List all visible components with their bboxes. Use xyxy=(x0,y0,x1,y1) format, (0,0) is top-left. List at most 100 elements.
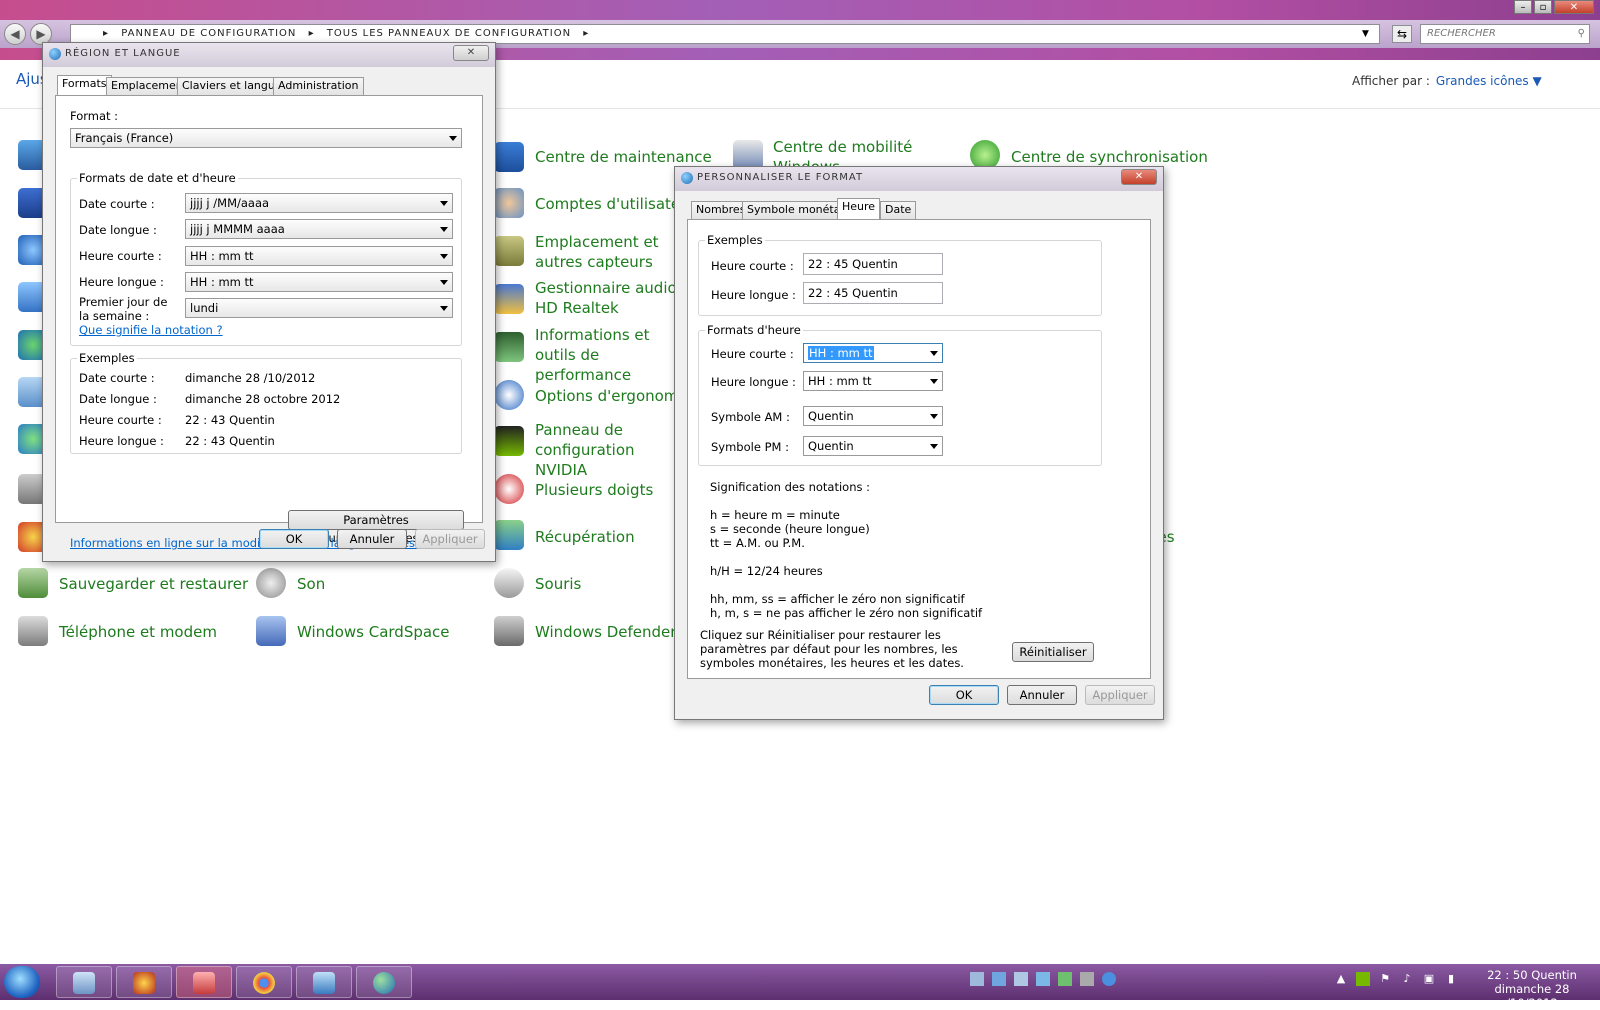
ok-button[interactable]: OK xyxy=(259,529,329,549)
format-select[interactable]: Français (France) xyxy=(70,128,462,148)
taskbar-control-panel[interactable] xyxy=(296,966,352,998)
speaker-icon[interactable] xyxy=(256,568,286,598)
taskbar-chrome[interactable] xyxy=(236,966,292,998)
taskbar-snipping[interactable] xyxy=(176,966,232,998)
short-time-format-value[interactable]: HH : mm tt xyxy=(808,346,874,360)
audio-icon[interactable] xyxy=(494,284,524,314)
cp-item-maintenance[interactable]: Centre de maintenance xyxy=(535,147,712,167)
ok-button[interactable]: OK xyxy=(929,685,999,705)
flag-icon[interactable]: ⚑ xyxy=(1378,972,1392,986)
notation-line: hh, mm, ss = afficher le zéro non signif… xyxy=(710,592,965,606)
recovery-icon[interactable] xyxy=(494,520,524,550)
cp-item-recovery[interactable]: Récupération xyxy=(535,527,635,547)
window-close-button[interactable]: ✕ xyxy=(1554,0,1594,14)
cardspace-icon[interactable] xyxy=(256,616,286,646)
reset-button[interactable]: Réinitialiser xyxy=(1012,642,1094,662)
apply-button[interactable]: Appliquer xyxy=(1085,685,1155,705)
cp-item-mouse[interactable]: Souris xyxy=(535,574,581,594)
cp-item-sound[interactable]: Son xyxy=(297,574,325,594)
signal-icon[interactable]: ▮ xyxy=(1444,972,1458,986)
phone-icon[interactable] xyxy=(18,616,48,646)
tab-date[interactable]: Date xyxy=(880,201,917,219)
defender-icon[interactable] xyxy=(494,616,524,646)
accessibility-icon[interactable] xyxy=(494,380,524,410)
cp-item-multitouch[interactable]: Plusieurs doigts xyxy=(535,480,653,500)
long-date-select[interactable]: jjjj j MMMM aaaa xyxy=(185,219,453,239)
device-tray-icon[interactable]: ▣ xyxy=(1422,972,1436,986)
search-input[interactable]: Rechercher ⚲ xyxy=(1420,24,1590,44)
am-symbol-select[interactable]: Quentin xyxy=(803,406,943,426)
notation-link[interactable]: Que signifie la notation ? xyxy=(79,323,223,337)
cp-item-cardspace[interactable]: Windows CardSpace xyxy=(297,622,450,642)
sensor-icon[interactable] xyxy=(494,236,524,266)
breadcrumb-all-panels[interactable]: Tous les Panneaux de configuration xyxy=(327,28,571,39)
taskbar-region[interactable] xyxy=(356,966,412,998)
cp-item-defender[interactable]: Windows Defender xyxy=(535,622,676,642)
long-time-value: HH : mm tt xyxy=(190,275,254,289)
date-time-group-title: Formats de date et d'heure xyxy=(77,171,238,185)
more-settings-button[interactable]: Paramètres supplémentaires... xyxy=(288,510,464,545)
short-time-format-select[interactable]: HH : mm tt xyxy=(803,343,943,363)
cp-item-location[interactable]: Emplacement et autres capteurs xyxy=(535,232,685,272)
long-time-format-select[interactable]: HH : mm tt xyxy=(803,371,943,391)
tray-app-icon[interactable] xyxy=(1080,972,1094,986)
chevron-down-icon xyxy=(440,306,448,311)
address-dropdown-icon[interactable]: ▼ xyxy=(1362,25,1374,43)
reset-description: Cliquez sur Réinitialiser pour restaurer… xyxy=(700,628,964,670)
breadcrumb-control-panel[interactable]: Panneau de configuration xyxy=(121,28,296,39)
cp-item-performance[interactable]: Informations et outils de performance xyxy=(535,325,685,385)
cp-item-audio[interactable]: Gestionnaire audio HD Realtek xyxy=(535,278,685,318)
region-dialog-title: Région et langue xyxy=(65,48,181,59)
tray-app-icon[interactable] xyxy=(1102,972,1116,986)
close-icon[interactable]: ✕ xyxy=(453,45,489,61)
apply-button[interactable]: Appliquer xyxy=(415,529,485,549)
cp-item-phone[interactable]: Téléphone et modem xyxy=(59,622,217,642)
chevron-down-icon xyxy=(930,351,938,356)
tray-expand-icon[interactable]: ▲ xyxy=(1334,972,1348,986)
tray-app-icon[interactable] xyxy=(992,972,1006,986)
tray-app-icon[interactable] xyxy=(1014,972,1028,986)
tray-app-icon[interactable] xyxy=(970,972,984,986)
cancel-button[interactable]: Annuler xyxy=(337,529,407,549)
cancel-button[interactable]: Annuler xyxy=(1007,685,1077,705)
tab-administration[interactable]: Administration xyxy=(273,77,364,95)
short-date-value: jjjj j /MM/aaaa xyxy=(190,196,270,210)
address-bar[interactable]: ▸ Panneau de configuration ▸ Tous les Pa… xyxy=(70,24,1380,44)
cp-item-accessibility[interactable]: Options d'ergonomie xyxy=(535,386,692,406)
tray-app-icon[interactable] xyxy=(1058,972,1072,986)
nvidia-icon[interactable] xyxy=(494,426,524,456)
view-value[interactable]: Grandes icônes ▼ xyxy=(1436,74,1542,88)
close-icon[interactable]: ✕ xyxy=(1121,169,1157,185)
pm-symbol-select[interactable]: Quentin xyxy=(803,436,943,456)
tray-app-icon[interactable] xyxy=(1036,972,1050,986)
cp-item-backup[interactable]: Sauvegarder et restaurer xyxy=(59,574,248,594)
maximize-button[interactable]: ▫ xyxy=(1534,0,1552,14)
short-time-select[interactable]: HH : mm tt xyxy=(185,246,453,266)
view-selector[interactable]: Afficher par : Grandes icônes ▼ xyxy=(1352,74,1542,88)
nvidia-tray-icon[interactable] xyxy=(1356,972,1370,986)
cp-item-accounts[interactable]: Comptes d'utilisateur xyxy=(535,194,696,214)
multitouch-icon[interactable] xyxy=(494,474,524,504)
flag-icon[interactable] xyxy=(494,142,524,172)
taskbar-clock[interactable]: 22 : 50 Quentin dimanche 28 /10/2012 xyxy=(1472,968,1592,1010)
media-icon xyxy=(133,972,155,994)
first-day-select[interactable]: lundi xyxy=(185,298,453,318)
minimize-button[interactable]: – xyxy=(1514,0,1532,14)
example-value: 22 : 43 Quentin xyxy=(185,413,275,427)
taskbar-media[interactable] xyxy=(116,966,172,998)
users-icon[interactable] xyxy=(494,188,524,218)
refresh-icon[interactable]: ⇆ xyxy=(1392,25,1412,43)
performance-icon[interactable] xyxy=(494,332,524,362)
short-date-select[interactable]: jjjj j /MM/aaaa xyxy=(185,193,453,213)
volume-icon[interactable]: ♪ xyxy=(1400,972,1414,986)
start-button[interactable] xyxy=(4,966,40,998)
cp-item-nvidia[interactable]: Panneau de configuration NVIDIA xyxy=(535,420,685,480)
taskbar-calculator[interactable] xyxy=(56,966,112,998)
mouse-icon[interactable] xyxy=(494,568,524,598)
back-button[interactable]: ◀ xyxy=(4,23,26,45)
cp-item-sync[interactable]: Centre de synchronisation xyxy=(1011,147,1208,167)
tab-formats[interactable]: Formats xyxy=(57,75,112,96)
backup-icon[interactable] xyxy=(18,568,48,598)
tab-time[interactable]: Heure xyxy=(837,198,881,219)
long-time-select[interactable]: HH : mm tt xyxy=(185,272,453,292)
